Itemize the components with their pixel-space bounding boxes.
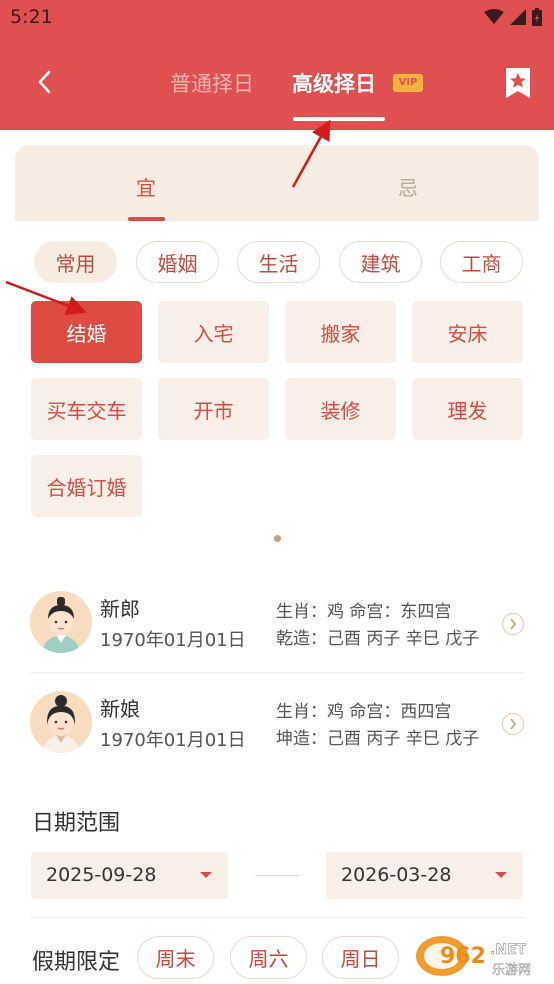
event-item[interactable]: 入宅 bbox=[158, 301, 269, 363]
category-business[interactable]: 工商 bbox=[440, 241, 523, 283]
tab-yi-indicator bbox=[128, 217, 165, 221]
signal-icon bbox=[510, 9, 526, 25]
tab-yi[interactable]: 宜 bbox=[136, 172, 156, 201]
page-indicator-dot bbox=[274, 535, 281, 542]
tab-ji[interactable]: 忌 bbox=[398, 172, 418, 201]
groom-label: 新郎 bbox=[100, 597, 140, 621]
site-watermark-logo: 962 .NET 乐游网 bbox=[412, 932, 548, 980]
watermark-number: 962 bbox=[440, 944, 486, 969]
category-life[interactable]: 生活 bbox=[237, 241, 320, 283]
event-item[interactable]: 开市 bbox=[158, 378, 269, 440]
tab-normal-date[interactable]: 普通择日 bbox=[170, 68, 254, 98]
bride-avatar bbox=[30, 691, 92, 753]
chevron-right-icon[interactable] bbox=[502, 713, 524, 735]
bride-row[interactable]: 新娘 1970年01月01日 生肖：鸡 命宫：西四宫 坤造：己酉 丙子 辛巳 戊… bbox=[30, 691, 524, 771]
event-item[interactable]: 安床 bbox=[412, 301, 523, 363]
category-construction[interactable]: 建筑 bbox=[339, 241, 422, 283]
top-header: 5:21 普通择日 高级择日 VIP bbox=[0, 0, 554, 130]
event-item[interactable]: 买车交车 bbox=[31, 378, 142, 440]
groom-row[interactable]: 新郎 1970年01月01日 生肖：鸡 命宫：东四宫 乾造：己酉 丙子 辛巳 戊… bbox=[30, 591, 524, 671]
wifi-icon bbox=[484, 9, 504, 24]
end-date-select[interactable]: 2026-03-28 bbox=[326, 852, 523, 899]
caret-down-icon bbox=[200, 872, 212, 878]
status-time: 5:21 bbox=[10, 6, 53, 28]
event-item[interactable]: 装修 bbox=[285, 378, 396, 440]
bride-zodiac: 生肖：鸡 命宫：西四宫 bbox=[276, 702, 452, 722]
back-button[interactable] bbox=[28, 62, 60, 102]
category-marriage[interactable]: 婚姻 bbox=[136, 241, 219, 283]
end-date-value: 2026-03-28 bbox=[341, 864, 452, 886]
status-icons bbox=[484, 8, 542, 26]
active-tab-indicator bbox=[293, 117, 385, 121]
groom-bazi: 乾造：己酉 丙子 辛巳 戊子 bbox=[276, 629, 480, 649]
bride-bazi: 坤造：己酉 丙子 辛巳 戊子 bbox=[276, 729, 480, 749]
holiday-limit-title: 假期限定 bbox=[32, 950, 121, 975]
divider bbox=[30, 917, 524, 918]
bookmark-button[interactable] bbox=[503, 66, 533, 100]
tab-advanced-date[interactable]: 高级择日 bbox=[292, 68, 376, 98]
vip-badge: VIP bbox=[393, 74, 423, 92]
divider bbox=[30, 672, 524, 673]
groom-avatar bbox=[30, 591, 92, 653]
start-date-select[interactable]: 2025-09-28 bbox=[31, 852, 228, 899]
event-item[interactable]: 结婚 bbox=[31, 301, 142, 363]
holiday-option-saturday[interactable]: 周六 bbox=[230, 936, 307, 979]
yi-ji-tab-panel bbox=[15, 145, 539, 221]
chevron-right-icon[interactable] bbox=[502, 613, 524, 635]
date-range-separator bbox=[255, 875, 300, 876]
event-item[interactable]: 合婚订婚 bbox=[31, 455, 142, 517]
groom-birth-date: 1970年01月01日 bbox=[100, 630, 246, 651]
groom-zodiac: 生肖：鸡 命宫：东四宫 bbox=[276, 602, 452, 622]
caret-down-icon bbox=[495, 872, 507, 878]
watermark-suffix: .NET bbox=[490, 942, 527, 958]
holiday-option-weekend[interactable]: 周末 bbox=[137, 936, 214, 979]
battery-icon bbox=[532, 8, 542, 26]
category-common[interactable]: 常用 bbox=[34, 241, 117, 283]
start-date-value: 2025-09-28 bbox=[46, 864, 157, 886]
chevron-left-icon bbox=[38, 70, 51, 94]
bride-birth-date: 1970年01月01日 bbox=[100, 730, 246, 751]
date-range-title: 日期范围 bbox=[32, 811, 121, 836]
bookmark-star-icon bbox=[506, 68, 530, 98]
watermark-sub: 乐游网 bbox=[492, 963, 531, 978]
bride-label: 新娘 bbox=[100, 697, 140, 721]
event-item[interactable]: 理发 bbox=[412, 378, 523, 440]
holiday-option-sunday[interactable]: 周日 bbox=[322, 936, 399, 979]
event-item[interactable]: 搬家 bbox=[285, 301, 396, 363]
